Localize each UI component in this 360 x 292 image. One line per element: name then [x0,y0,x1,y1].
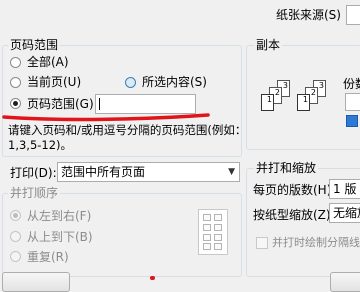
pages-per-sheet-select[interactable]: 1 版 [329,179,360,199]
scale-to-paper-select[interactable]: 无缩放 [329,203,360,223]
radio-current-page[interactable] [10,77,21,88]
chevron-down-icon: ▼ [228,167,235,177]
radio-repeat[interactable] [10,251,21,262]
radio-top-to-bottom[interactable] [10,231,21,242]
page-range-hint-example: 1,3,5-12)。 [8,138,73,152]
draw-borders-checkbox[interactable] [256,237,268,249]
draw-borders-label[interactable]: 并打时绘制分隔线(L) [272,236,360,250]
pages-per-sheet-value: 1 版 [333,182,357,196]
order-preview-icon [198,209,228,255]
page-range-input[interactable] [95,94,196,114]
copies-group-label: 副本 [254,38,283,52]
page-range-group-label: 页码范围 [8,38,61,52]
collate-pages-icon: 3 2 1 3 2 1 [255,80,335,130]
zoom-group-label: 并打和缩放 [254,161,319,175]
print-what-value: 范围中所有页面 [61,165,146,179]
print-what-select[interactable]: 范围中所有页面 ▼ [57,162,240,182]
pages-per-sheet-label: 每页的版数(H): [253,183,336,197]
collate-checkbox[interactable] [346,115,358,127]
text-cursor [99,98,100,110]
copies-input[interactable] [345,93,360,111]
scale-to-paper-label: 按纸型缩放(Z): [253,208,335,222]
paper-source-select[interactable] [346,5,360,25]
radio-all[interactable] [10,57,21,68]
ok-button[interactable] [330,272,360,292]
print-order-group-label: 并打顺序 [8,186,61,200]
radio-repeat-label[interactable]: 重复(R) [27,250,69,264]
radio-left-to-right-label[interactable]: 从左到右(F) [27,209,91,223]
red-mark [150,276,155,280]
paper-source-label: 纸张来源(S) [276,8,341,22]
radio-selection-label[interactable]: 所选内容(S) [142,75,207,89]
radio-all-label[interactable]: 全部(A) [27,55,69,69]
radio-selection[interactable] [125,77,136,88]
radio-left-to-right[interactable] [10,210,21,221]
scale-to-paper-value: 无缩放 [333,206,360,220]
radio-current-page-label[interactable]: 当前页(U) [27,75,81,89]
copies-label: 份数 [343,77,360,91]
radio-page-range-label[interactable]: 页码范围(G): [27,97,98,111]
radio-top-to-bottom-label[interactable]: 从上到下(B) [27,230,93,244]
options-button[interactable] [2,272,70,292]
print-what-label: 打印(D): [10,166,57,180]
radio-page-range[interactable] [10,98,21,109]
page-range-hint: 请键入页码和/或用逗号分隔的页码范围(例如： [8,123,247,137]
